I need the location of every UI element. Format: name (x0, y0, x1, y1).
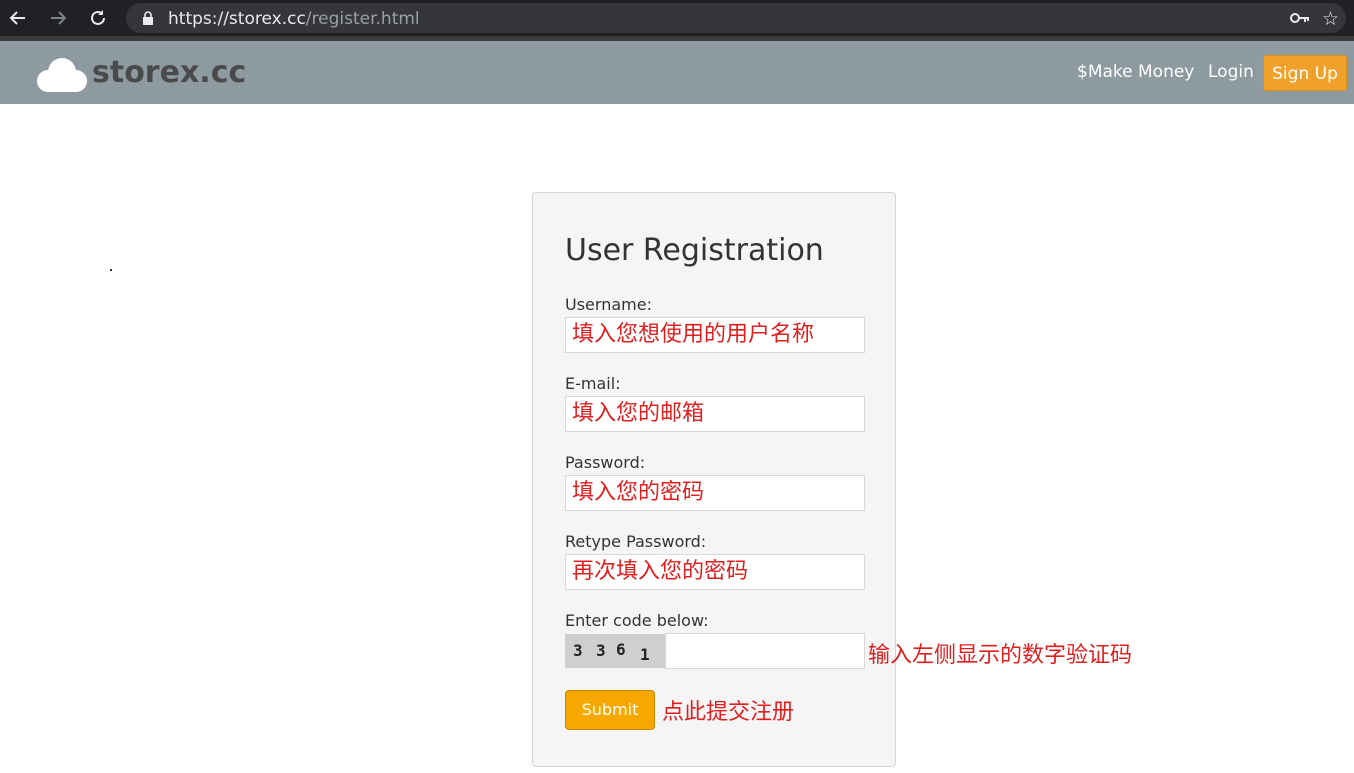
signup-button[interactable]: Sign Up (1263, 55, 1347, 91)
url-host: https://storex.cc (168, 9, 306, 29)
cloud-logo-icon[interactable] (32, 55, 90, 100)
captcha-digit: 1 (640, 645, 650, 664)
retype-password-label: Retype Password: (565, 532, 707, 551)
username-label: Username: (565, 295, 652, 314)
captcha-digit: 3 (596, 641, 606, 660)
reload-icon[interactable] (88, 8, 108, 28)
registration-panel: User Registration Username: 填入您想使用的用户名称 … (532, 192, 896, 767)
back-arrow-icon[interactable] (8, 8, 28, 28)
url-path: /register.html (305, 9, 420, 29)
browser-toolbar: https://storex.cc/register.html ☆ (0, 0, 1354, 36)
password-field[interactable]: 填入您的密码 (565, 475, 865, 511)
captcha-digit: 6 (616, 640, 626, 659)
url-text: https://storex.cc/register.html (168, 9, 420, 29)
email-field[interactable]: 填入您的邮箱 (565, 396, 865, 432)
forward-arrow-icon[interactable] (48, 8, 68, 28)
code-field[interactable] (665, 633, 865, 669)
code-label: Enter code below: (565, 611, 709, 630)
retype-password-field[interactable]: 再次填入您的密码 (565, 554, 865, 590)
key-icon[interactable] (1290, 11, 1310, 30)
username-field[interactable]: 填入您想使用的用户名称 (565, 317, 865, 353)
submit-annotation: 点此提交注册 (662, 700, 795, 725)
nav-make-money[interactable]: $Make Money (1077, 62, 1194, 82)
site-header: storex.cc $Make Money Login Sign Up (0, 41, 1354, 104)
code-annotation: 输入左侧显示的数字验证码 (868, 643, 1133, 668)
page-title: User Registration (565, 233, 824, 268)
address-bar[interactable]: https://storex.cc/register.html ☆ (126, 3, 1346, 33)
lock-icon (142, 11, 154, 30)
star-icon[interactable]: ☆ (1322, 8, 1339, 30)
logo-text[interactable]: storex.cc (92, 55, 246, 90)
stray-dot (110, 269, 112, 271)
captcha-digit: 3 (573, 641, 583, 660)
submit-button[interactable]: Submit (565, 690, 655, 730)
password-label: Password: (565, 453, 646, 472)
email-label: E-mail: (565, 374, 621, 393)
captcha-image: 3 3 6 1 (565, 634, 665, 668)
nav-login[interactable]: Login (1208, 62, 1254, 82)
